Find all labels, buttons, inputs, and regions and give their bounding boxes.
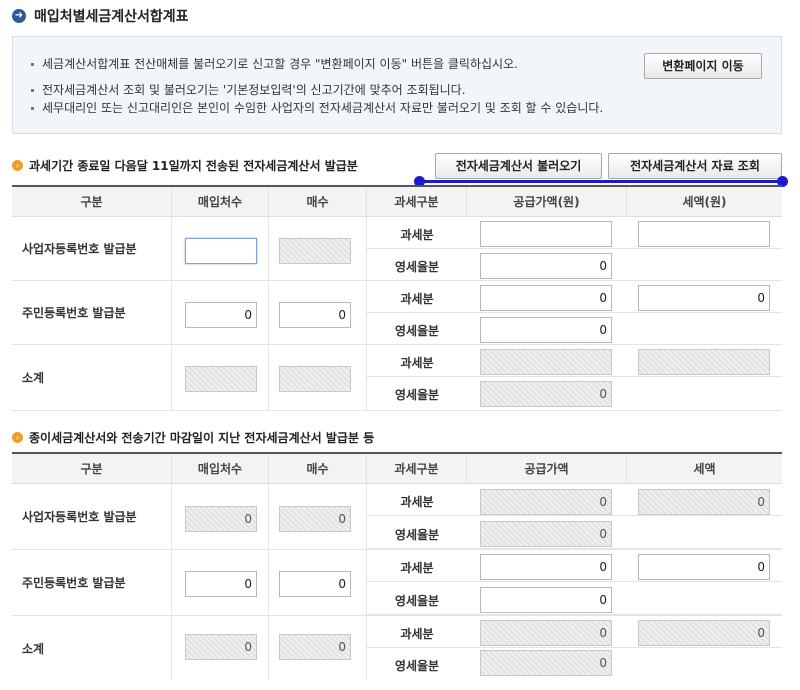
supply-amount-subtotal[interactable] bbox=[480, 349, 612, 375]
col-tax-type: 과세구분 bbox=[367, 187, 467, 217]
count-subtotal[interactable] bbox=[279, 366, 351, 392]
tax-amount-input[interactable] bbox=[638, 489, 770, 515]
bullet-icon bbox=[31, 63, 34, 66]
col-count: 매수 bbox=[269, 187, 367, 217]
suppliers-input[interactable] bbox=[185, 238, 257, 264]
suppliers-input[interactable] bbox=[185, 571, 257, 597]
col-category: 구분 bbox=[12, 454, 172, 484]
zero-rate-amount-input[interactable] bbox=[480, 587, 612, 613]
convert-page-button[interactable]: 변환페이지 이동 bbox=[644, 53, 762, 79]
load-etax-invoice-button[interactable]: 전자세금계산서 불러오기 bbox=[435, 153, 602, 179]
supply-amount-input[interactable] bbox=[480, 554, 612, 580]
page-title-text: 매입처별세금계산서합계표 bbox=[34, 9, 189, 25]
section2-table: 구분 매입처수 매수 과세구분 공급가액 세액 사업자등록번호 발급분 과세분 … bbox=[12, 452, 782, 680]
count-input[interactable] bbox=[279, 302, 351, 328]
suppliers-subtotal[interactable] bbox=[185, 634, 257, 660]
section2-title: › 종이세금계산서와 전송기간 마감일이 지난 전자세금계산서 발급분 등 bbox=[12, 428, 374, 446]
info-box: 세금계산서합계표 전산매체를 불러오기로 신고할 경우 "변환페이지 이동" 버… bbox=[12, 36, 782, 134]
col-tax-amount: 세액 bbox=[693, 462, 716, 476]
section1-table: 구분 매입처수 매수 과세구분 공급가액(원) 세액(원) 사업자등록번호 발급… bbox=[12, 185, 782, 411]
zero-rate-amount-subtotal[interactable] bbox=[480, 650, 612, 676]
zero-rate-amount-input[interactable] bbox=[480, 317, 612, 343]
tax-amount-subtotal[interactable] bbox=[638, 349, 770, 375]
col-count: 매수 bbox=[269, 454, 367, 484]
count-input[interactable] bbox=[279, 571, 351, 597]
supply-amount-input[interactable] bbox=[480, 489, 612, 515]
highlight-line bbox=[419, 180, 783, 183]
supply-amount-subtotal[interactable] bbox=[480, 620, 612, 646]
tax-amount-input[interactable] bbox=[638, 221, 770, 247]
suppliers-subtotal[interactable] bbox=[185, 366, 257, 392]
col-supply-amount: 공급가액 bbox=[467, 454, 627, 484]
count-input[interactable] bbox=[279, 238, 351, 264]
suppliers-input[interactable] bbox=[185, 302, 257, 328]
table-header: 구분 매입처수 매수 과세구분 공급가액 세액 bbox=[12, 454, 782, 484]
page-title: ➜ 매입처별세금계산서합계표 bbox=[12, 6, 189, 26]
suppliers-input[interactable] bbox=[185, 506, 257, 532]
info-line-2: 전자세금계산서 조회 및 불러오기는 '기본정보입력'의 신고기간에 맞추어 조… bbox=[31, 81, 466, 98]
col-tax-amount: 세액(원) bbox=[682, 195, 727, 209]
bullet-icon bbox=[31, 89, 34, 92]
info-line-3: 세무대리인 또는 신고대리인은 본인이 수임한 사업자의 전자세금계산서 자료만… bbox=[31, 99, 603, 116]
col-suppliers: 매입처수 bbox=[172, 187, 269, 217]
zero-rate-amount-input[interactable] bbox=[480, 253, 612, 279]
chevron-right-icon: › bbox=[12, 431, 23, 443]
count-input[interactable] bbox=[279, 506, 351, 532]
tax-amount-input[interactable] bbox=[638, 554, 770, 580]
query-etax-invoice-button[interactable]: 전자세금계산서 자료 조회 bbox=[608, 153, 782, 179]
chevron-right-icon: › bbox=[12, 159, 23, 171]
col-tax-type: 과세구분 bbox=[367, 454, 467, 484]
info-line-1: 세금계산서합계표 전산매체를 불러오기로 신고할 경우 "변환페이지 이동" 버… bbox=[31, 55, 518, 72]
zero-rate-amount-subtotal[interactable] bbox=[480, 381, 612, 407]
bullet-icon bbox=[31, 107, 34, 110]
arrow-right-icon: ➜ bbox=[12, 9, 26, 23]
section1-title: › 과세기간 종료일 다음달 11일까지 전송된 전자세금계산서 발급분 bbox=[12, 156, 358, 174]
col-supply-amount: 공급가액(원) bbox=[467, 187, 627, 217]
tax-amount-input[interactable] bbox=[638, 285, 770, 311]
table-header: 구분 매입처수 매수 과세구분 공급가액(원) 세액(원) bbox=[12, 187, 782, 217]
tax-amount-subtotal[interactable] bbox=[638, 620, 770, 646]
zero-rate-amount-input[interactable] bbox=[480, 521, 612, 547]
supply-amount-input[interactable] bbox=[480, 285, 612, 311]
col-category: 구분 bbox=[12, 187, 172, 217]
count-subtotal[interactable] bbox=[279, 634, 351, 660]
supply-amount-input[interactable] bbox=[480, 221, 612, 247]
col-suppliers: 매입처수 bbox=[172, 454, 269, 484]
